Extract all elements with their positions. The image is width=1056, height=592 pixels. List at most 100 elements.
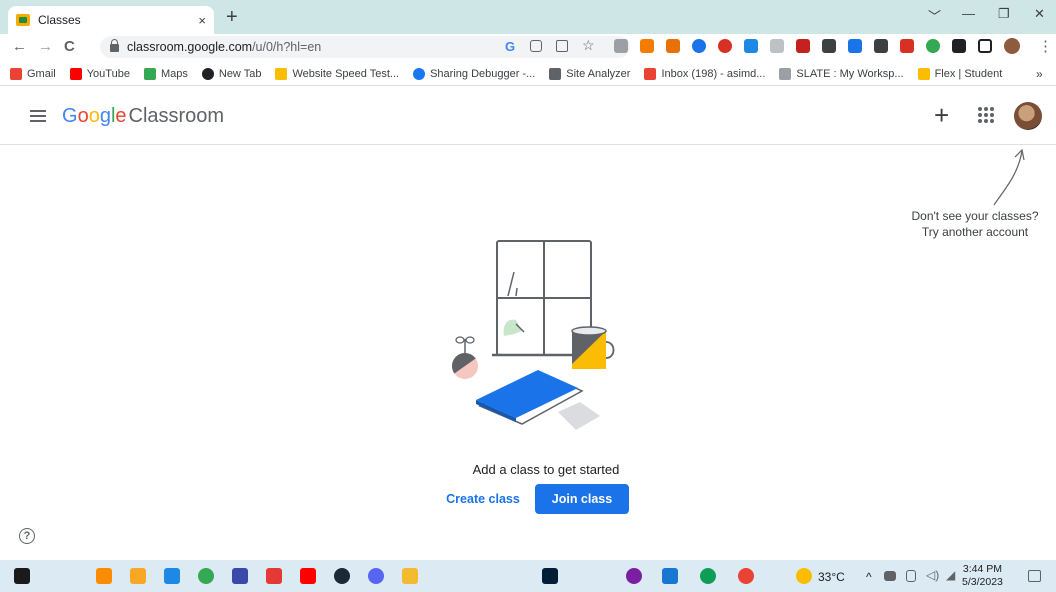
youtube-taskbar-icon[interactable] [300, 568, 316, 584]
reload-icon[interactable]: C [64, 39, 75, 55]
browser-menu-icon[interactable]: ⋮ [1038, 39, 1053, 55]
bookmark-label: Website Speed Test... [292, 67, 400, 80]
discord-icon[interactable] [368, 568, 384, 584]
maximize-icon[interactable]: ❐ [998, 6, 1010, 22]
google-apps-icon[interactable] [978, 107, 994, 123]
google-lens-icon[interactable]: G [505, 39, 519, 54]
account-avatar[interactable] [1014, 102, 1042, 130]
bookmarks-more-icon[interactable]: » [1036, 67, 1043, 81]
bookmark-new-tab[interactable]: New Tab [201, 67, 261, 80]
photoshop-icon[interactable] [542, 568, 558, 584]
bookmark-speed-test[interactable]: Website Speed Test... [275, 67, 400, 80]
bookmark-slate[interactable]: SLATE : My Worksp... [779, 67, 904, 80]
devcpp-icon[interactable] [266, 568, 282, 584]
system-clock[interactable]: 3:44 PM 5/3/2023 [962, 563, 1003, 589]
tab-search-icon[interactable]: ﹀ [928, 6, 941, 25]
classroom-favicon-icon [16, 14, 30, 26]
extension-red-icon[interactable] [900, 39, 914, 53]
address-bar[interactable]: classroom.google.com/u/0/h?hl=en [100, 36, 630, 58]
extension-camera-icon[interactable] [614, 39, 628, 53]
bookmark-label: SLATE : My Worksp... [796, 67, 904, 80]
back-icon[interactable]: ← [12, 39, 27, 55]
help-icon[interactable]: ? [19, 528, 35, 544]
gmail-icon [644, 67, 657, 80]
tab-title: Classes [38, 13, 81, 27]
bookmark-flex[interactable]: Flex | Student [917, 67, 1003, 80]
close-window-icon[interactable]: ✕ [1034, 6, 1045, 22]
bookmark-gmail[interactable]: Gmail [10, 67, 56, 80]
bookmarks-bar: Gmail YouTube Maps New Tab Website Speed… [0, 62, 1056, 86]
classroom-header: Google Classroom + [0, 94, 1056, 145]
weather-temperature[interactable]: 33°C [818, 570, 845, 584]
bookmark-youtube[interactable]: YouTube [69, 67, 130, 80]
bookmark-label: Maps [160, 67, 188, 80]
new-tab-button[interactable]: + [226, 7, 238, 27]
tab-close-icon[interactable]: × [198, 13, 206, 28]
bookmark-site-analyzer[interactable]: Site Analyzer [549, 67, 631, 80]
google-classroom-logo[interactable]: Google Classroom [62, 104, 224, 128]
extension-note-icon[interactable] [822, 39, 836, 53]
extension-desc-icon[interactable] [796, 39, 810, 53]
empty-state-message: Add a class to get started [472, 462, 620, 477]
plant-illustration [452, 336, 478, 379]
facebook-icon [413, 67, 426, 80]
forward-icon[interactable]: → [38, 39, 53, 55]
xampp-icon[interactable] [96, 568, 112, 584]
chrome-icon[interactable] [738, 568, 754, 584]
file-explorer-icon[interactable] [130, 568, 146, 584]
lock-icon [110, 39, 119, 52]
dev-c-icon[interactable] [232, 568, 248, 584]
notes-icon[interactable] [662, 568, 678, 584]
bookmark-sharing-debugger[interactable]: Sharing Debugger -... [413, 67, 536, 80]
vscode-icon[interactable] [164, 568, 180, 584]
bookmark-label: Site Analyzer [566, 67, 631, 80]
join-class-button[interactable]: Join class [535, 484, 629, 514]
extensions-puzzle-icon[interactable] [952, 39, 966, 53]
chrome-canary-icon[interactable] [198, 568, 214, 584]
bookmark-inbox[interactable]: Inbox (198) - asimd... [644, 67, 766, 80]
extension-blue-icon[interactable] [848, 39, 862, 53]
volume-icon[interactable]: ◁) [926, 568, 942, 584]
extension-u-icon[interactable] [770, 39, 784, 53]
extension-chart-icon[interactable] [666, 39, 680, 53]
bookmark-label: Flex | Student [934, 67, 1003, 80]
windows-start-icon[interactable] [14, 568, 30, 584]
wifi-icon[interactable]: ◢ [946, 568, 962, 584]
side-panel-icon[interactable] [978, 39, 992, 53]
input-icon[interactable] [906, 570, 916, 582]
add-class-icon[interactable]: + [934, 102, 949, 128]
extension-check-icon[interactable] [692, 39, 706, 53]
edge-icon[interactable] [700, 568, 716, 584]
extension-s-icon[interactable] [718, 39, 732, 53]
minimize-icon[interactable]: — [962, 6, 975, 21]
extension-eyes-icon[interactable] [926, 39, 940, 53]
podcast-icon[interactable] [626, 568, 642, 584]
logo-letter: o [77, 105, 89, 127]
battery-icon[interactable] [884, 571, 896, 581]
url-host: classroom.google.com [127, 40, 253, 54]
logo-product-name: Classroom [128, 105, 225, 127]
extension-tab-icon[interactable] [744, 39, 758, 53]
main-menu-icon[interactable] [30, 110, 46, 122]
extension-m-icon[interactable] [874, 39, 888, 53]
bookmark-star-icon[interactable]: ☆ [582, 37, 596, 53]
share-icon[interactable] [556, 40, 568, 52]
bookmark-label: Sharing Debugger -... [430, 67, 536, 80]
bookmark-maps[interactable]: Maps [143, 67, 188, 80]
create-class-button[interactable]: Create class [440, 484, 526, 514]
profile-avatar-icon[interactable] [1004, 38, 1020, 54]
extension-a-icon[interactable] [640, 39, 654, 53]
maps-icon [143, 67, 156, 80]
notification-icon[interactable] [1028, 570, 1041, 582]
bookmark-label: Inbox (198) - asimd... [661, 67, 766, 80]
browser-tab-classes[interactable]: Classes × [8, 6, 214, 34]
youtube-icon [69, 67, 82, 80]
install-icon[interactable] [530, 40, 542, 52]
hint-line-2: Try another account [921, 225, 1029, 239]
weather-sun-icon[interactable] [796, 568, 812, 584]
steam-icon[interactable] [334, 568, 350, 584]
tray-arrow-icon[interactable]: ^ [866, 570, 872, 584]
windows-taskbar: 33°C ^ ◁) ◢ 3:44 PM 5/3/2023 [0, 560, 1056, 592]
binance-icon[interactable] [402, 568, 418, 584]
try-another-account-hint[interactable]: Don't see your classes? Try another acco… [900, 208, 1050, 240]
